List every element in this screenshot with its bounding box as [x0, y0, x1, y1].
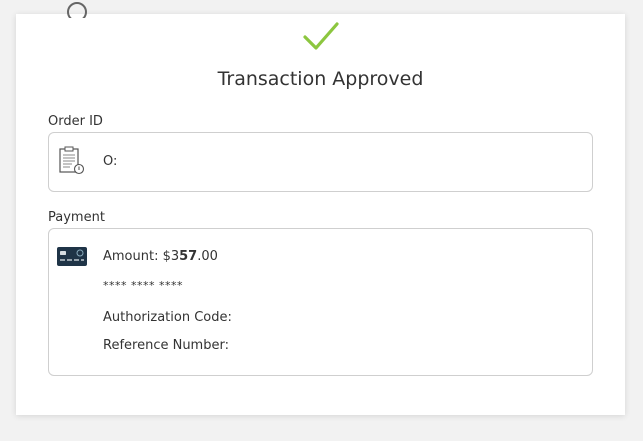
order-id-value: O:: [103, 154, 118, 169]
document-icon: [59, 146, 85, 175]
authorization-code-label: Authorization Code:: [103, 310, 232, 325]
amount-suffix: .00: [197, 249, 218, 264]
amount-prefix: Amount: $3: [103, 249, 180, 264]
order-id-box: O:: [48, 132, 593, 192]
payment-box: Amount: $357.00 **** **** **** Authoriza…: [48, 228, 593, 376]
order-id-label: Order ID: [48, 114, 103, 129]
card-mask: **** **** ****: [103, 279, 183, 292]
payment-label: Payment: [48, 210, 105, 225]
partial-circle-icon: [58, 0, 92, 18]
checkmark-icon: [303, 22, 339, 50]
amount-bold: 57: [179, 249, 198, 264]
amount-text: Amount: $357.00: [103, 249, 218, 264]
credit-card-icon: [57, 247, 87, 266]
page-title: Transaction Approved: [217, 68, 424, 90]
reference-number-label: Reference Number:: [103, 338, 229, 353]
transaction-card: Transaction Approved Order ID O: Payment: [16, 2, 625, 415]
